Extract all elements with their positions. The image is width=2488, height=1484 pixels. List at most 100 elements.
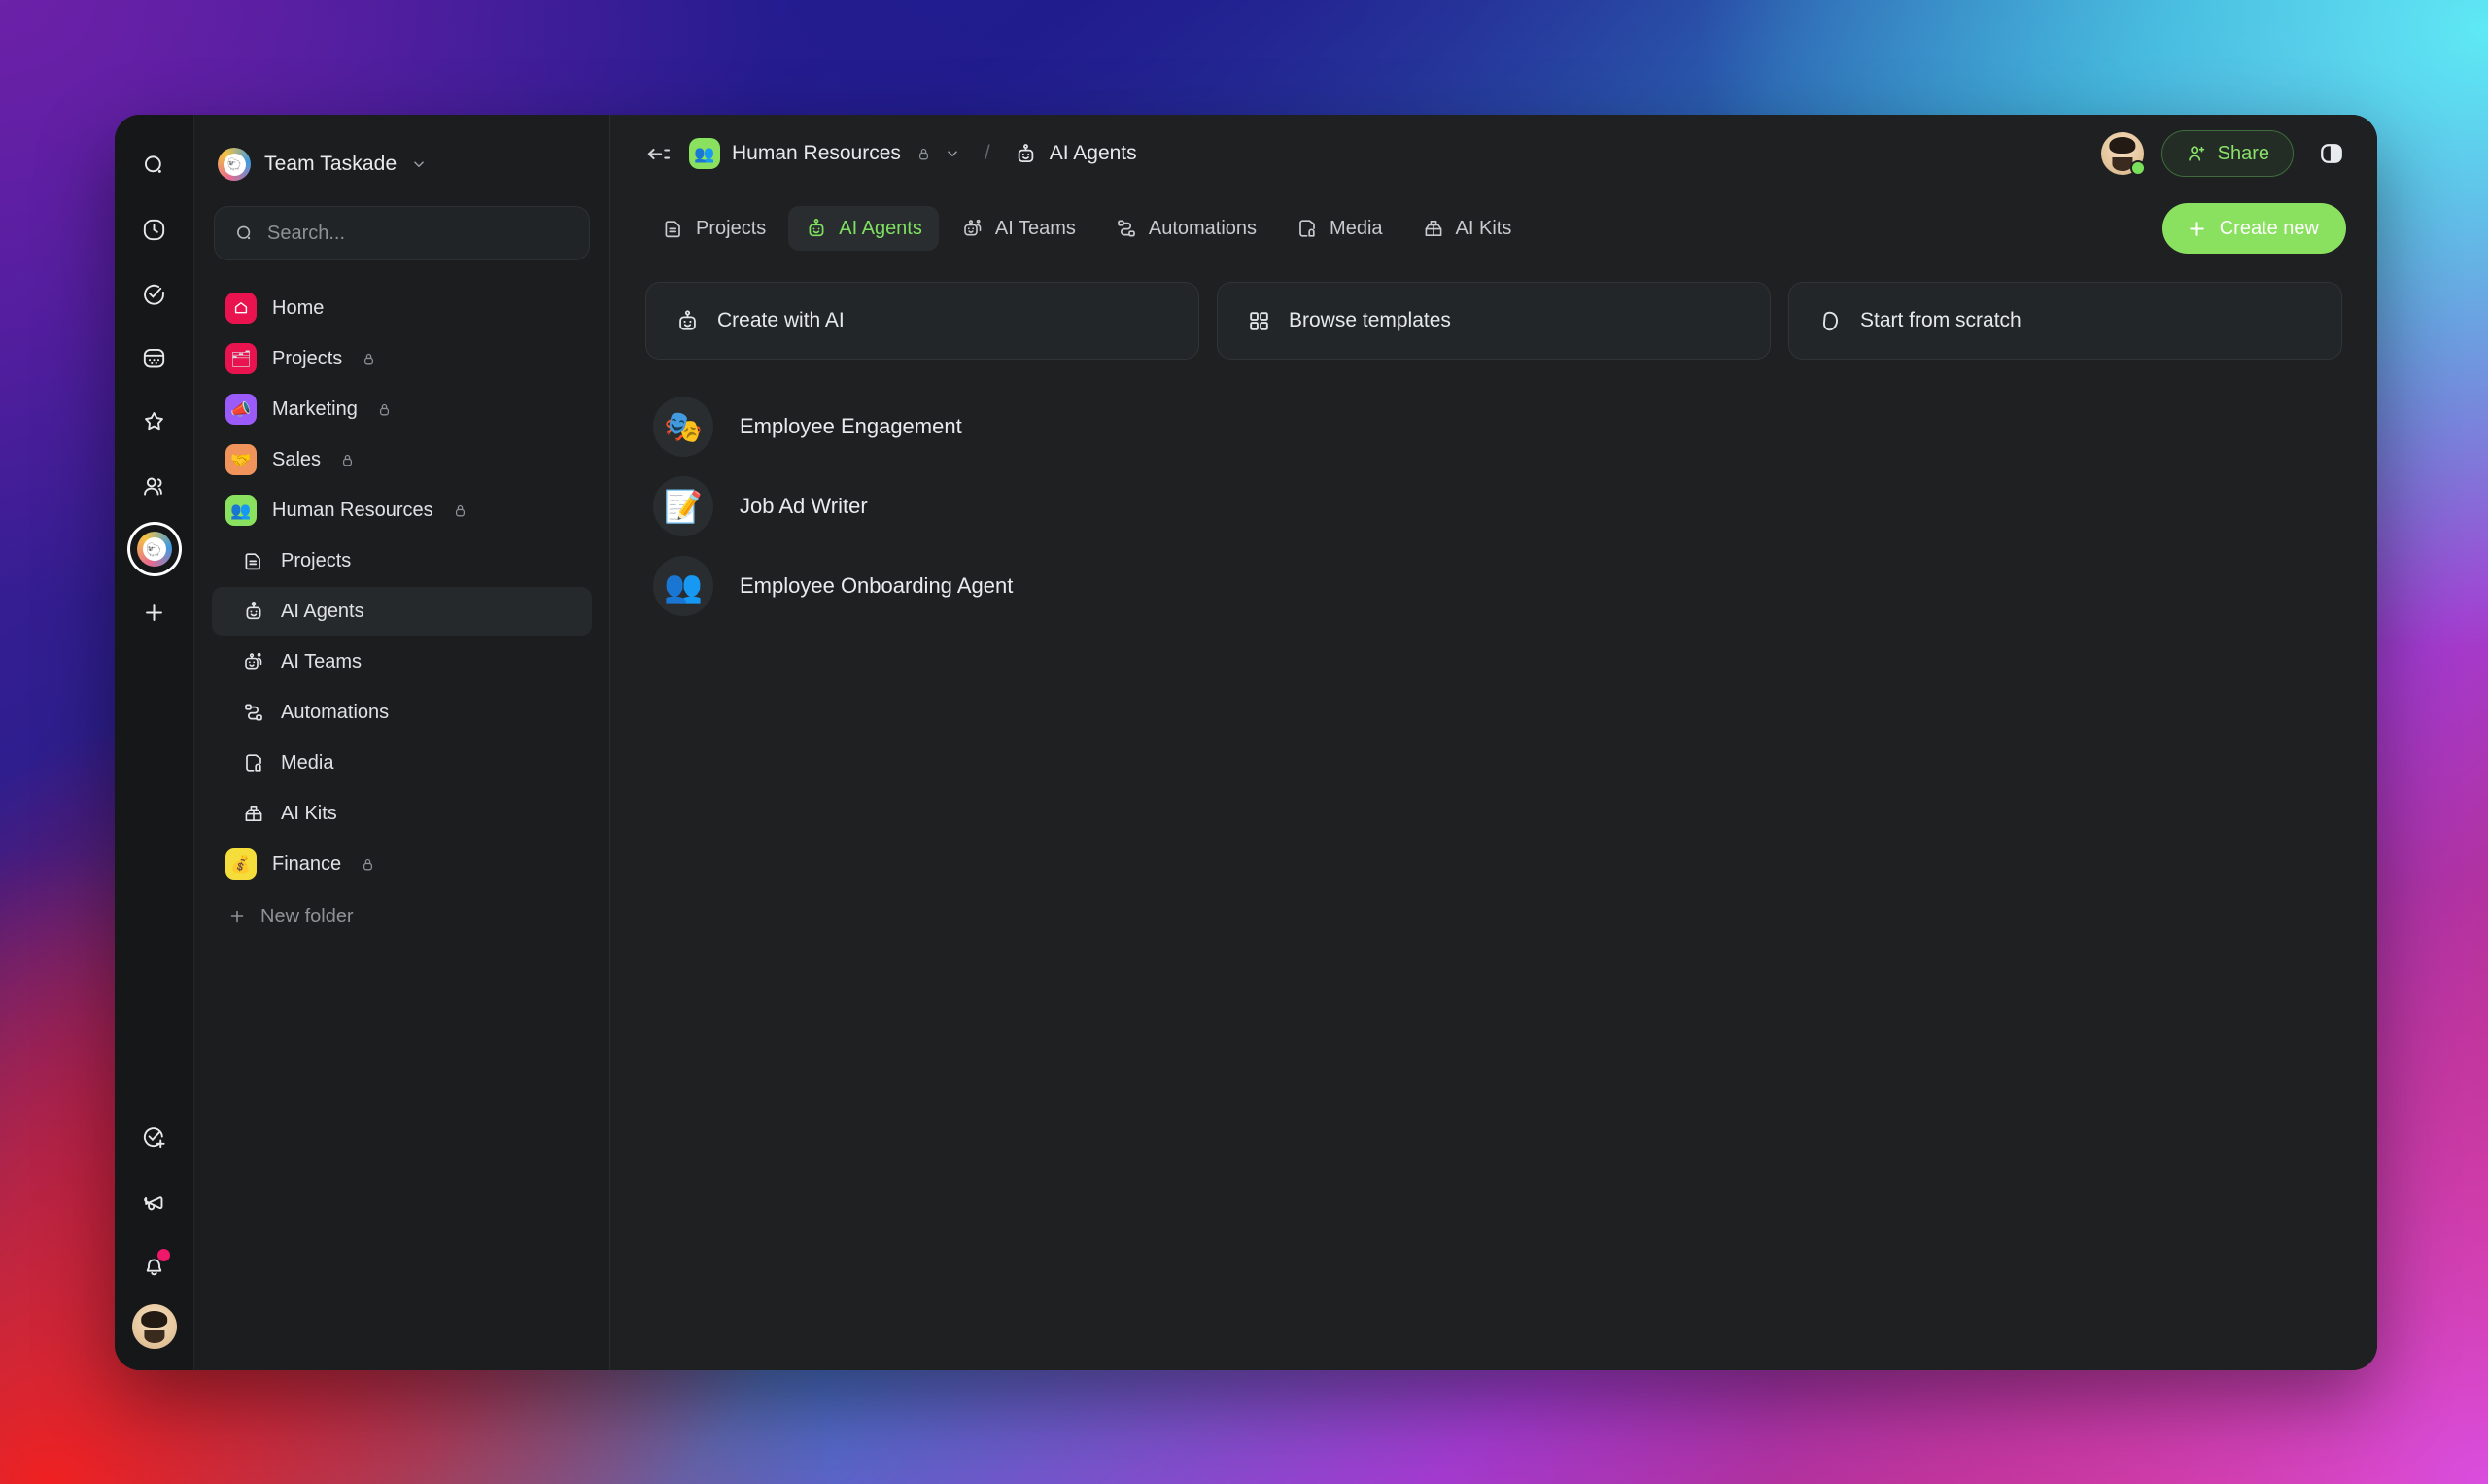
- create-new-button[interactable]: Create new: [2162, 203, 2346, 254]
- check-circle-icon[interactable]: [129, 268, 180, 319]
- sidebar-subitem-ai-teams[interactable]: AI Teams: [212, 638, 592, 686]
- lock-icon: [360, 856, 376, 873]
- tab-automations[interactable]: Automations: [1098, 206, 1273, 251]
- sidebar-subitem-label: Automations: [281, 702, 389, 724]
- plus-icon: [227, 907, 247, 926]
- chevron-down-icon[interactable]: [944, 145, 961, 162]
- agent-row[interactable]: 📝 Job Ad Writer: [645, 466, 2342, 546]
- chevron-down-icon[interactable]: [410, 155, 428, 173]
- sidebar-item-marketing[interactable]: 📣 Marketing: [212, 385, 592, 433]
- sidebar-item-home[interactable]: Home: [212, 284, 592, 332]
- media-icon: [241, 750, 266, 776]
- agent-avatar: 👥: [653, 556, 713, 616]
- breadcrumb-current[interactable]: AI Agents: [1014, 142, 1137, 166]
- sidebar-subitem-label: AI Kits: [281, 803, 337, 825]
- workspace-switcher[interactable]: 🐑 Team Taskade: [212, 115, 592, 190]
- sidebar-subitem-ai-kits[interactable]: AI Kits: [212, 789, 592, 838]
- workspace-logo: 🐑: [137, 532, 172, 567]
- new-folder-button[interactable]: New folder: [212, 892, 592, 941]
- star-icon[interactable]: [129, 397, 180, 447]
- tab-label: AI Kits: [1456, 218, 1512, 240]
- tab-ai-kits[interactable]: AI Kits: [1405, 206, 1529, 251]
- add-person-icon: [2186, 143, 2207, 164]
- sidebar-item-projects-folder[interactable]: 🗂 Projects: [212, 334, 592, 383]
- browse-templates-card[interactable]: Browse templates: [1217, 282, 1771, 360]
- tab-label: Media: [1330, 218, 1382, 240]
- search-icon[interactable]: [129, 140, 180, 190]
- grid-icon: [1246, 308, 1272, 334]
- breadcrumb-folder-icon: 👥: [689, 138, 720, 169]
- sidebar-nav: Home 🗂 Projects 📣 Marketing 🤝 Sales 👥 Hu…: [212, 284, 592, 941]
- add-workspace-icon[interactable]: [129, 587, 180, 638]
- agent-avatar: 🎭: [653, 397, 713, 457]
- sidebar-subitem-label: AI Agents: [281, 601, 364, 623]
- panel-toggle-icon[interactable]: [2317, 139, 2346, 168]
- search-input[interactable]: [267, 223, 570, 245]
- media-icon: [1296, 217, 1319, 240]
- avatar[interactable]: [2101, 132, 2144, 175]
- clock-icon[interactable]: [129, 204, 180, 255]
- lock-icon: [361, 351, 377, 367]
- search-icon: [234, 224, 255, 244]
- tab-ai-agents[interactable]: AI Agents: [788, 206, 939, 251]
- search-box[interactable]: [214, 206, 590, 260]
- tab-media[interactable]: Media: [1279, 206, 1399, 251]
- share-label: Share: [2218, 143, 2269, 165]
- sidebar-item-sales[interactable]: 🤝 Sales: [212, 435, 592, 484]
- user-avatar[interactable]: [132, 1304, 177, 1349]
- finance-folder-icon: 💰: [225, 848, 257, 880]
- create-with-ai-card[interactable]: Create with AI: [645, 282, 1199, 360]
- sidebar-item-label: Projects: [272, 348, 342, 370]
- agent-row[interactable]: 👥 Employee Onboarding Agent: [645, 546, 2342, 626]
- share-button[interactable]: Share: [2161, 130, 2294, 177]
- lock-icon: [339, 452, 356, 468]
- agent-row[interactable]: 🎭 Employee Engagement: [645, 387, 2342, 466]
- blob-icon: [1817, 308, 1844, 334]
- sales-folder-icon: 🤝: [225, 444, 257, 475]
- people-icon[interactable]: [129, 461, 180, 511]
- calendar-icon[interactable]: [129, 332, 180, 383]
- tab-projects[interactable]: Projects: [645, 206, 782, 251]
- action-card-label: Create with AI: [717, 309, 845, 332]
- workspace-avatar-team-taskade[interactable]: 🐑: [130, 525, 179, 573]
- tab-label: AI Teams: [995, 218, 1076, 240]
- tab-label: Projects: [696, 218, 766, 240]
- tab-ai-teams[interactable]: AI Teams: [945, 206, 1092, 251]
- tab-label: Automations: [1149, 218, 1257, 240]
- lock-icon: [916, 146, 932, 162]
- agent-name: Employee Engagement: [740, 414, 962, 439]
- start-from-scratch-card[interactable]: Start from scratch: [1788, 282, 2342, 360]
- robot-team-icon: [961, 217, 985, 240]
- sidebar-subitem-automations[interactable]: Automations: [212, 688, 592, 737]
- content-area: Create with AI Browse templates Start fr…: [610, 264, 2377, 1370]
- tab-label: AI Agents: [839, 218, 922, 240]
- collapse-sidebar-icon[interactable]: [645, 141, 672, 167]
- action-card-label: Start from scratch: [1860, 309, 2022, 332]
- agent-name: Employee Onboarding Agent: [740, 573, 1013, 599]
- lock-icon: [452, 502, 468, 519]
- sidebar-subitem-label: AI Teams: [281, 651, 362, 673]
- sidebar-subitem-projects[interactable]: Projects: [212, 536, 592, 585]
- sidebar-subitem-label: Media: [281, 752, 333, 775]
- sidebar-item-human-resources[interactable]: 👥 Human Resources: [212, 486, 592, 535]
- breadcrumb-folder-label: Human Resources: [732, 142, 901, 165]
- sidebar-subitem-ai-agents[interactable]: AI Agents: [212, 587, 592, 636]
- main-panel: 👥 Human Resources / AI Agents Share: [610, 115, 2377, 1370]
- sidebar-item-label: Marketing: [272, 398, 358, 421]
- lock-icon: [376, 401, 393, 418]
- sidebar-subitem-media[interactable]: Media: [212, 739, 592, 787]
- bell-icon[interactable]: [129, 1240, 180, 1291]
- robot-icon: [241, 599, 266, 624]
- sidebar-item-finance[interactable]: 💰 Finance: [212, 840, 592, 888]
- plus-icon: [2186, 218, 2208, 240]
- tabs-row: Projects AI Agents AI Teams Automations …: [610, 192, 2377, 264]
- notification-badge: [157, 1249, 170, 1261]
- sidebar: 🐑 Team Taskade Home 🗂 Projects: [194, 115, 610, 1370]
- breadcrumb-folder[interactable]: 👥 Human Resources: [689, 138, 961, 169]
- robot-icon: [1014, 142, 1038, 166]
- sidebar-subitem-label: Projects: [281, 550, 351, 572]
- check-plus-icon[interactable]: [129, 1112, 180, 1162]
- megaphone-icon[interactable]: [129, 1176, 180, 1226]
- workspace-logo-emoji-small: 🐑: [224, 154, 246, 176]
- new-folder-label: New folder: [260, 906, 354, 928]
